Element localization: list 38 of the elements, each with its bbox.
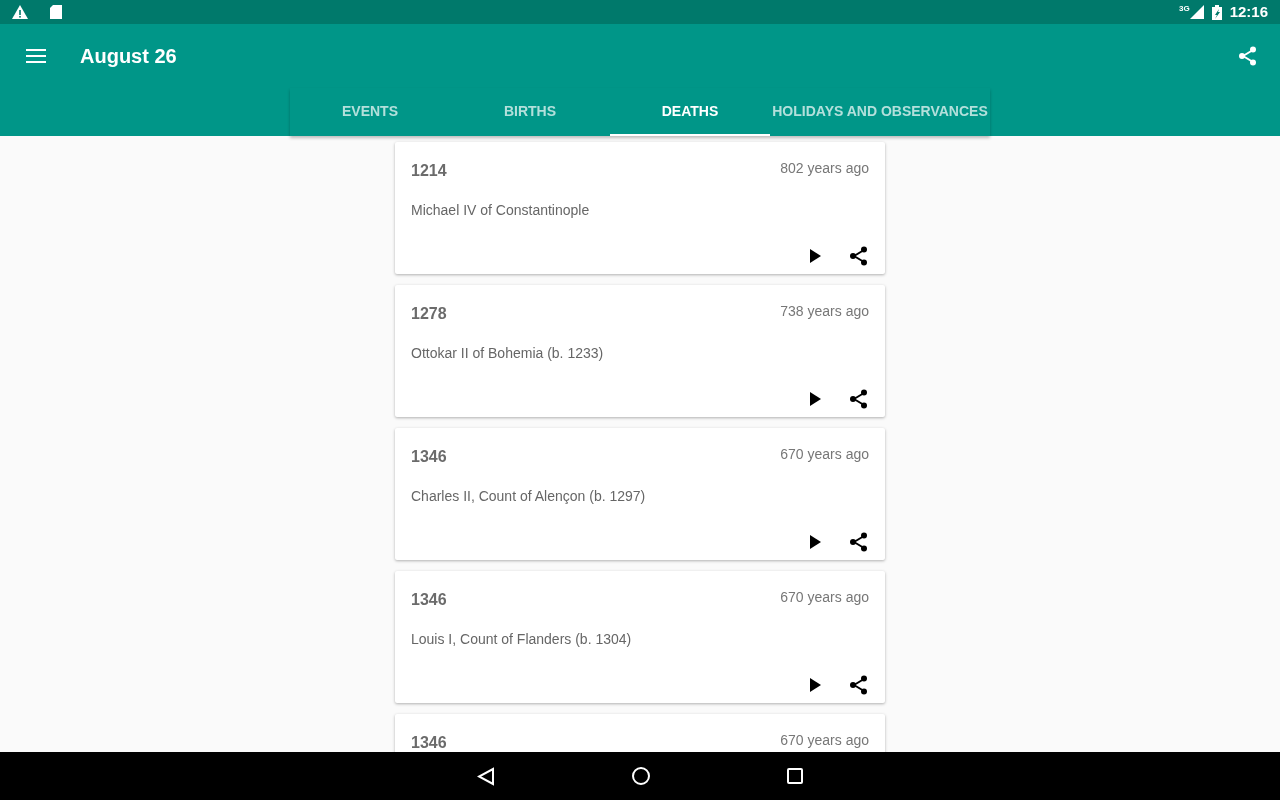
tab[interactable]: EVENTS	[290, 88, 450, 136]
menu-icon	[26, 49, 46, 63]
year: 1278	[411, 304, 447, 324]
tab[interactable]: BIRTHS	[450, 88, 610, 136]
signal-icon	[1189, 5, 1204, 19]
share-icon	[1238, 46, 1258, 66]
play-icon	[809, 392, 821, 406]
years-ago: 670 years ago	[780, 731, 869, 750]
years-ago: 670 years ago	[780, 588, 869, 607]
share-icon	[849, 532, 869, 552]
tab[interactable]: HOLIDAYS AND OBSERVANCES	[770, 88, 990, 136]
clock-time: 12:16	[1229, 1, 1268, 22]
app-title: August 26	[80, 44, 177, 69]
years-ago: 670 years ago	[780, 445, 869, 464]
person-text: Louis I, Count of Flanders (b. 1304)	[411, 630, 633, 649]
sd-card-icon	[50, 5, 62, 19]
person-text: Charles II, Count of Alençon (b. 1297)	[411, 487, 647, 506]
share-icon	[849, 675, 869, 695]
play-icon	[809, 249, 821, 263]
warning-icon	[12, 5, 28, 19]
tab[interactable]: DEATHS	[610, 88, 770, 136]
back-icon[interactable]	[477, 766, 495, 786]
person-text: Michael IV of Constantinople	[411, 201, 591, 220]
years-ago: 738 years ago	[780, 302, 869, 321]
year: 1214	[411, 161, 447, 181]
person-text: Ottokar II of Bohemia (b. 1233)	[411, 344, 605, 363]
play-icon	[809, 678, 821, 692]
battery-icon	[1211, 4, 1222, 20]
home-icon[interactable]	[632, 767, 650, 785]
year: 1346	[411, 733, 447, 752]
year: 1346	[411, 447, 447, 467]
network-type: 3G	[1178, 3, 1190, 15]
recents-icon[interactable]	[787, 768, 803, 784]
year: 1346	[411, 590, 447, 610]
share-icon	[849, 246, 869, 266]
share-icon	[849, 389, 869, 409]
play-icon	[809, 535, 821, 549]
years-ago: 802 years ago	[780, 159, 869, 178]
